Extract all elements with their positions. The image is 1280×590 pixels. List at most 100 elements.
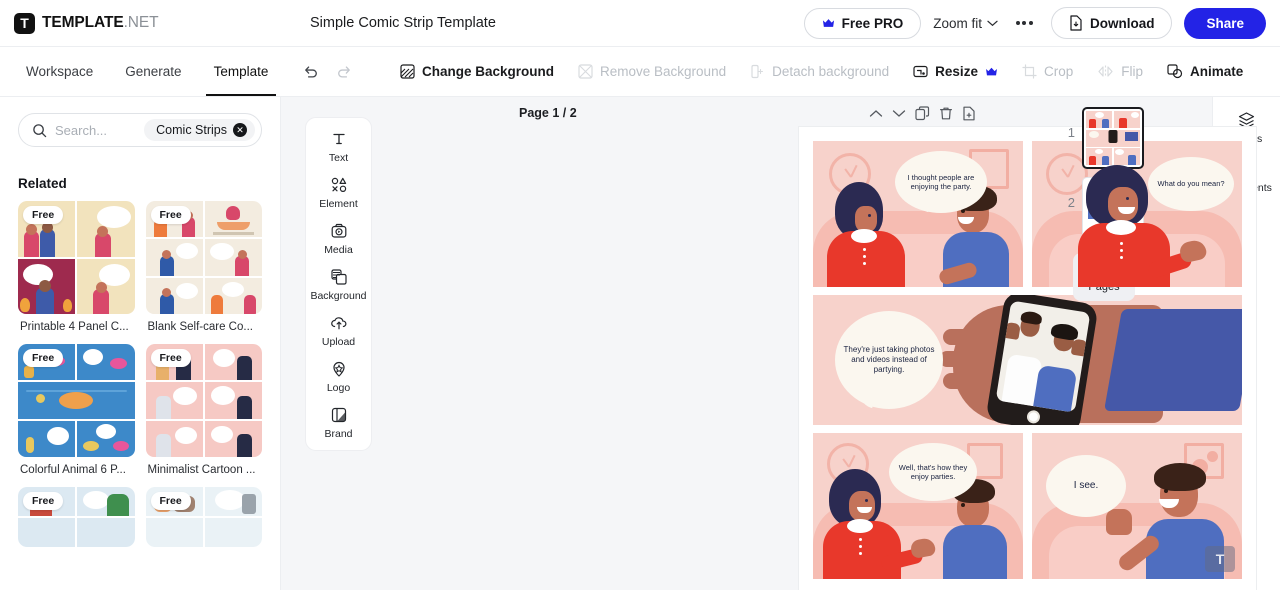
free-pro-button[interactable]: Free PRO — [803, 7, 922, 39]
thumb-cell — [204, 277, 262, 314]
app-root: T TEMPLATE.NET Simple Comic Strip Templa… — [0, 0, 1280, 590]
tab-generate[interactable]: Generate — [109, 47, 197, 96]
tool-logo-label: Logo — [326, 382, 351, 394]
close-icon[interactable]: ✕ — [233, 123, 247, 137]
speech-bubble[interactable]: They're just taking photos and videos in… — [835, 311, 943, 409]
thumb-cell — [18, 382, 135, 419]
tool-element-label: Element — [319, 198, 358, 210]
search-box[interactable]: Comic Strips ✕ — [18, 113, 262, 147]
resize-label: Resize — [935, 64, 978, 79]
comic-panel-4[interactable]: Well, that's how they enjoy parties. — [813, 433, 1023, 579]
share-button[interactable]: Share — [1184, 7, 1266, 39]
canvas-page[interactable]: I thought people are enjoying the party. — [799, 127, 1256, 590]
detach-background-button[interactable]: Detach background — [739, 57, 900, 86]
template-card[interactable]: Free — [18, 344, 135, 476]
comic-panel-3[interactable]: They're just taking photos and videos in… — [813, 295, 1242, 425]
filter-chip-comic-strips[interactable]: Comic Strips ✕ — [144, 119, 255, 141]
phone-camera-button — [1026, 409, 1041, 425]
free-badge: Free — [23, 206, 64, 224]
tool-background[interactable]: Background — [306, 268, 371, 302]
speech-bubble[interactable]: I thought people are enjoying the party. — [895, 151, 987, 213]
animate-button[interactable]: Animate — [1156, 57, 1254, 86]
tool-text-label: Text — [328, 152, 349, 164]
template-card[interactable]: Free — [145, 487, 262, 547]
crop-icon — [1022, 64, 1037, 79]
template-card[interactable]: Free — [145, 201, 262, 333]
collar — [1106, 220, 1136, 235]
comic-panel-1[interactable]: I thought people are enjoying the party. — [813, 141, 1023, 287]
main-toolbar: Workspace Generate Template Change Backg… — [0, 47, 1280, 97]
tool-logo[interactable]: Logo — [306, 360, 371, 394]
template-card-label: Minimalist Cartoon ... — [147, 464, 256, 476]
chevron-down-icon — [987, 20, 998, 27]
speech-bubble[interactable]: Well, that's how they enjoy parties. — [889, 443, 977, 501]
crown-icon — [822, 18, 835, 29]
speech-bubble[interactable]: I see. — [1046, 455, 1126, 517]
thumb-cell — [204, 382, 262, 419]
tab-workspace[interactable]: Workspace — [10, 47, 109, 96]
free-badge: Free — [150, 492, 191, 510]
template-card-label: Blank Self-care Co... — [147, 321, 253, 333]
more-options-button[interactable] — [1010, 13, 1039, 33]
template-card-grid: Free Printable 4 Panel C... Free Blank S… — [0, 201, 280, 590]
duplicate-page-icon[interactable] — [915, 105, 930, 121]
search-row: Comic Strips ✕ — [0, 97, 280, 147]
thumb-cell — [145, 420, 203, 457]
trash-icon[interactable] — [939, 106, 953, 121]
remove-background-label: Remove Background — [600, 64, 727, 79]
template-thumbnail: Free — [145, 487, 262, 547]
thumb-cell — [145, 277, 203, 314]
dot-icon — [1015, 21, 1020, 25]
speech-bubble[interactable]: What do you mean? — [1148, 157, 1234, 211]
download-button[interactable]: Download — [1050, 7, 1173, 39]
flip-button[interactable]: Flip — [1086, 57, 1154, 86]
page-indicator: Page 1 / 2 — [519, 106, 577, 120]
page-strip: Page 1 / 2 — [519, 101, 976, 125]
flip-label: Flip — [1121, 64, 1143, 79]
thumb-cell — [145, 382, 203, 419]
page-number: 1 — [1067, 125, 1075, 140]
search-input[interactable] — [55, 122, 137, 138]
dot-icon — [1022, 21, 1027, 25]
change-background-button[interactable]: Change Background — [389, 57, 565, 86]
tool-element[interactable]: Element — [306, 176, 371, 210]
template-card[interactable]: Free — [145, 344, 262, 476]
character-woman — [827, 172, 905, 287]
template-card[interactable]: Free — [18, 487, 135, 547]
chevron-up-icon[interactable] — [869, 109, 883, 118]
search-icon — [32, 123, 47, 138]
add-page-icon[interactable] — [962, 106, 976, 121]
tool-brand[interactable]: Brand — [306, 406, 371, 440]
page-action-icons — [869, 105, 976, 121]
shirt — [943, 525, 1007, 579]
thumb-cell — [204, 201, 262, 238]
crop-button[interactable]: Crop — [1011, 57, 1084, 86]
template-card[interactable]: Free — [18, 201, 135, 333]
thumb-cell — [204, 487, 262, 516]
canvas-area: Text Element Media Background Upload Log… — [281, 97, 1256, 590]
tool-text[interactable]: Text — [306, 130, 371, 164]
filter-chip-label: Comic Strips — [156, 123, 227, 137]
undo-button[interactable] — [294, 56, 326, 88]
change-background-label: Change Background — [422, 64, 555, 79]
upload-icon — [330, 317, 346, 330]
thumb-cell — [77, 344, 135, 381]
tool-background-label: Background — [310, 290, 367, 302]
remove-background-button[interactable]: Remove Background — [567, 57, 737, 86]
thumb-cell — [77, 518, 135, 547]
page-thumbnail-1[interactable] — [1082, 107, 1144, 169]
brand-logo[interactable]: T TEMPLATE.NET — [14, 12, 159, 34]
document-title[interactable]: Simple Comic Strip Template — [310, 15, 496, 31]
resize-button[interactable]: Resize — [902, 57, 1009, 86]
hair — [1154, 463, 1206, 491]
template-card-label: Printable 4 Panel C... — [20, 321, 129, 333]
tool-media[interactable]: Media — [306, 222, 371, 256]
comic-panel-5[interactable]: I see. T — [1032, 433, 1242, 579]
redo-button[interactable] — [328, 56, 360, 88]
tab-template[interactable]: Template — [198, 47, 285, 96]
toolbar-actions: Change Background Remove Background Deta… — [280, 47, 1254, 96]
zoom-select[interactable]: Zoom fit — [933, 16, 998, 31]
template-thumbnail: Free — [18, 487, 135, 547]
tool-upload[interactable]: Upload — [306, 314, 371, 348]
chevron-down-icon[interactable] — [892, 109, 906, 118]
